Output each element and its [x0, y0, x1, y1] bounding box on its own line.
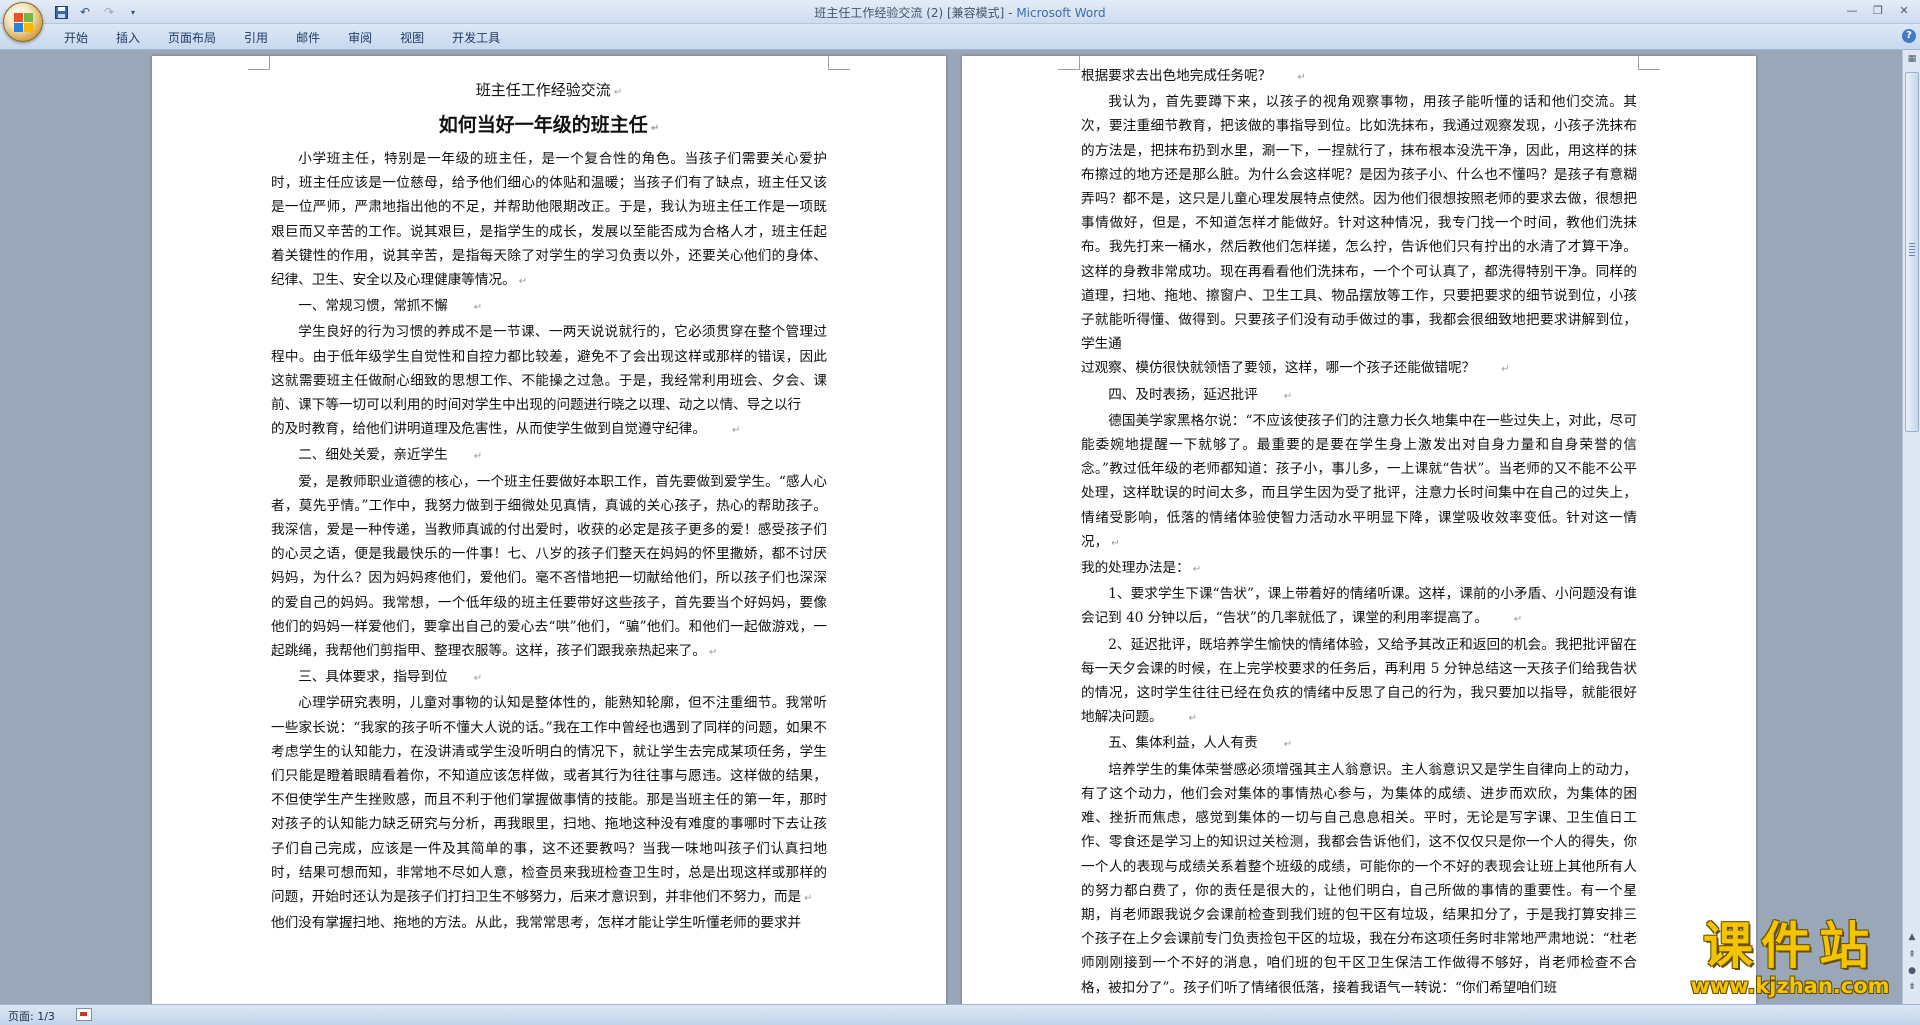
tab-insert[interactable]: 插入 [102, 28, 154, 46]
ribbon-tab-bar: 开始 插入 页面布局 引用 邮件 审阅 视图 开发工具 ? [0, 24, 1920, 50]
office-button[interactable] [3, 2, 43, 42]
paragraph: 德国美学家黑格尔说：“不应该使孩子们的注意力长久地集中在一些过失上，对此，尽可能… [1081, 412, 1637, 550]
margin-corner-mark [1638, 56, 1660, 70]
document-page-2[interactable]: 根据要求去出色地完成任务呢？ ↵ 我认为，首先要蹲下来，以孩子的视角观察事物，用孩… [962, 56, 1756, 1004]
margin-corner-mark [248, 56, 270, 70]
paragraph: 的及时教育，给他们讲明道理及危害性，从而使学生做到自觉遵守纪律。 ↵ [271, 421, 741, 438]
scrollbar-grip-icon [1909, 243, 1915, 257]
document-subtitle: 班主任工作经验交流 ↵ [475, 81, 623, 99]
section-heading: 三、具体要求，指导到位 ↵ [298, 669, 483, 686]
list-item: 1、要求学生下课“告状”，课上带着好的情绪听课。这样，课前的小矛盾、小问题没有谁… [1081, 586, 1637, 627]
tab-page-layout[interactable]: 页面布局 [154, 28, 230, 46]
paragraph: 根据要求去出色地完成任务呢？ ↵ [1081, 68, 1306, 84]
tab-home[interactable]: 开始 [50, 28, 102, 46]
section-heading: 四、及时表扬，延迟批评 ↵ [1108, 386, 1293, 403]
page-content: 班主任工作经验交流 ↵ 如何当好一年级的班主任 ↵ 小学班主任，特别是一年级的班主任… [271, 76, 827, 1004]
vertical-scrollbar[interactable]: ▦ ▲ ⇞ ● ⇟ [1902, 50, 1920, 1004]
tab-view[interactable]: 视图 [386, 28, 438, 46]
watermark-url: www.kjzhan.com [1690, 974, 1890, 998]
window-controls: — ❐ ✕ [1840, 1, 1916, 19]
paragraph: 心理学研究表明，儿童对事物的认知是整体性的，能熟知轮廓，但不注重细节。我常听一些… [271, 695, 827, 906]
paragraph: 我的处理办法是： ↵ [1081, 560, 1202, 577]
close-button[interactable]: ✕ [1892, 1, 1916, 19]
paragraph: 小学班主任，特别是一年级的班主任，是一个复合性的角色。当孩子们需要关心爱护时，班… [271, 151, 827, 289]
document-page-1[interactable]: 班主任工作经验交流 ↵ 如何当好一年级的班主任 ↵ 小学班主任，特别是一年级的班主任… [152, 56, 946, 1004]
tab-mailings[interactable]: 邮件 [282, 28, 334, 46]
application-name: Microsoft Word [1016, 6, 1106, 20]
list-item: 2、延迟批评，既培养学生愉快的情绪体验，又给予其改正和返回的机会。我把批评留在每… [1081, 636, 1637, 726]
document-title: 班主任工作经验交流 (2) [兼容模式] - [814, 6, 1017, 20]
proofing-icon[interactable] [76, 1008, 92, 1021]
margin-corner-mark [828, 56, 850, 70]
paragraph: 我认为，首先要蹲下来，以孩子的视角观察事物，用孩子能听懂的话和他们交流。其次，要… [1081, 94, 1637, 353]
paragraph: 爱，是教师职业道德的核心，一个班主任要做好本职工作，首先要做到爱学生。“感人心者… [271, 473, 827, 660]
paragraph: 学生良好的行为习惯的养成不是一节课、一两天说说就行的，它必须贯穿在整个管理过程中… [271, 324, 827, 414]
margin-corner-mark [1058, 56, 1080, 70]
watermark-logo: 课件站 www.kjzhan.com [1668, 918, 1912, 998]
document-workspace: 班主任工作经验交流 ↵ 如何当好一年级的班主任 ↵ 小学班主任，特别是一年级的班主任… [0, 50, 1902, 1004]
section-heading: 一、常规习惯，常抓不懈 ↵ [298, 298, 483, 315]
tab-review[interactable]: 审阅 [334, 28, 386, 46]
scrollbar-thumb[interactable] [1905, 72, 1919, 432]
restore-button[interactable]: ❐ [1866, 1, 1890, 19]
section-heading: 二、细处关爱，亲近学生 ↵ [298, 447, 483, 464]
window-title: 班主任工作经验交流 (2) [兼容模式] - Microsoft Word [0, 4, 1920, 21]
watermark-text: 课件站 [1703, 917, 1877, 975]
page-count[interactable]: 页面: 1/3 [8, 1008, 55, 1024]
help-icon[interactable]: ? [1902, 29, 1916, 43]
tab-references[interactable]: 引用 [230, 28, 282, 46]
section-heading: 五、集体利益，人人有责 ↵ [1108, 735, 1293, 752]
paragraph: 他们没有掌握扫地、拖地的方法。从此，我常常思考，怎样才能让学生听懂老师的要求并 [271, 915, 802, 932]
status-bar: 页面: 1/3 [0, 1004, 1920, 1025]
page-content: 根据要求去出色地完成任务呢？ ↵ 我认为，首先要蹲下来，以孩子的视角观察事物，用孩… [1081, 64, 1637, 1004]
title-bar: ↶ ↷ ▾ 班主任工作经验交流 (2) [兼容模式] - Microsoft W… [0, 0, 1920, 42]
paragraph: 过观察、模仿很快就领悟了要领，这样，哪一个孩子还能做错呢？ ↵ [1081, 360, 1510, 377]
tab-developer[interactable]: 开发工具 [438, 28, 514, 46]
minimize-button[interactable]: — [1840, 1, 1864, 19]
ruler-toggle-icon[interactable]: ▦ [1905, 52, 1919, 66]
document-title-heading: 如何当好一年级的班主任 ↵ [438, 114, 660, 136]
office-logo-icon [14, 13, 34, 33]
paragraph: 培养学生的集体荣誉感必须增强其主人翁意识。主人翁意识又是学生自律向上的动力，有了… [1081, 761, 1637, 996]
